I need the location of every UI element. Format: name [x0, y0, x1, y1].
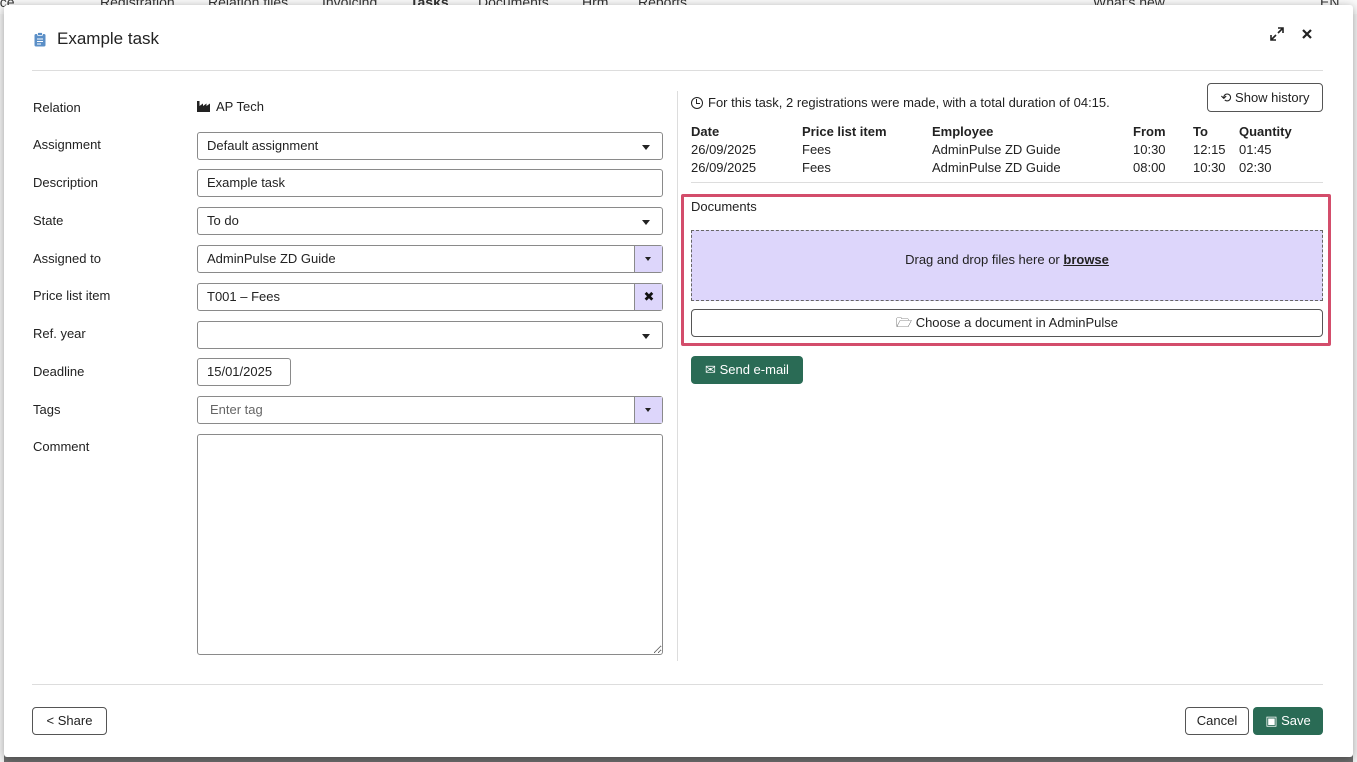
deadline-label: Deadline — [33, 364, 85, 379]
description-label: Description — [33, 175, 99, 190]
state-select[interactable]: To do — [197, 207, 663, 235]
chevron-down-icon — [645, 408, 651, 412]
chevron-down-icon — [642, 220, 650, 225]
table-row: 26/09/2025 Fees AdminPulse ZD Guide 08:0… — [691, 158, 1319, 176]
description-input[interactable]: Example task — [197, 169, 663, 197]
table-cell: 10:30 — [1193, 159, 1226, 175]
table-cell: 10:30 — [1133, 141, 1166, 157]
tags-label: Tags — [33, 402, 61, 417]
price-list-item-label: Price list item — [33, 288, 111, 303]
table-cell: 12:15 — [1193, 141, 1226, 157]
assigned-to-select[interactable]: AdminPulse ZD Guide — [197, 245, 663, 273]
chevron-down-icon — [645, 257, 651, 261]
assigned-to-dropdown-button[interactable] — [634, 246, 662, 272]
table-cell: 02:30 — [1239, 159, 1272, 175]
deadline-value: 15/01/2025 — [207, 364, 273, 379]
share-label: Share — [57, 713, 93, 728]
column-header: Employee — [932, 124, 994, 139]
relation-value: AP Tech — [197, 99, 264, 114]
column-header: Price list item — [802, 124, 887, 139]
send-email-button[interactable]: ✉ Send e-mail — [691, 356, 803, 384]
file-dropzone[interactable]: Drag and drop files here or browse — [691, 230, 1323, 301]
history-icon: ⟲ — [1220, 90, 1232, 105]
description-value: Example task — [207, 175, 286, 190]
summary-text: For this task, 2 registrations were made… — [708, 95, 1110, 110]
price-list-item-select[interactable]: T001 – Fees ✖ — [197, 283, 663, 311]
comment-textarea[interactable] — [197, 434, 663, 655]
share-icon: < — [46, 713, 55, 728]
registrations-table: Date Price list item Employee From To Qu… — [691, 123, 1319, 176]
task-modal: Example task Relation AP Tech Assignment… — [4, 5, 1353, 757]
tags-input[interactable]: Enter tag — [197, 396, 663, 424]
clock-icon — [691, 97, 703, 109]
table-cell: Fees — [802, 159, 831, 175]
send-email-label: Send e-mail — [719, 362, 789, 377]
chevron-down-icon — [642, 334, 650, 339]
browse-link[interactable]: browse — [1063, 252, 1109, 267]
tags-dropdown-button[interactable] — [634, 397, 662, 423]
state-label: State — [33, 213, 64, 228]
comment-label: Comment — [33, 439, 90, 454]
relation-text: AP Tech — [216, 99, 264, 114]
show-history-button[interactable]: ⟲ Show history — [1207, 83, 1323, 112]
ref-year-label: Ref. year — [33, 326, 86, 341]
relation-label: Relation — [33, 100, 81, 115]
choose-document-button[interactable]: 🗁 Choose a document in AdminPulse — [691, 309, 1323, 337]
deadline-input[interactable]: 15/01/2025 — [197, 358, 291, 386]
assigned-to-label: Assigned to — [33, 251, 101, 266]
price-list-item-value: T001 – Fees — [207, 289, 280, 304]
modal-title: Example task — [57, 29, 160, 48]
cancel-button[interactable]: Cancel — [1185, 707, 1249, 735]
cancel-label: Cancel — [1196, 713, 1238, 728]
folder-open-icon: 🗁 — [895, 315, 913, 330]
save-button[interactable]: ▣ Save — [1253, 707, 1323, 735]
table-cell: 26/09/2025 — [691, 159, 757, 175]
modal-header: Example task — [32, 5, 1323, 71]
assignment-select[interactable]: Default assignment — [197, 132, 663, 160]
choose-document-label: Choose a document in AdminPulse — [915, 315, 1119, 330]
table-cell: AdminPulse ZD Guide — [932, 159, 1061, 175]
assignment-value: Default assignment — [207, 138, 319, 153]
column-header: Quantity — [1239, 124, 1292, 139]
state-value: To do — [207, 213, 239, 228]
assignment-label: Assignment — [33, 137, 101, 152]
background-right — [1353, 14, 1357, 762]
column-header: To — [1193, 124, 1208, 139]
show-history-label: Show history — [1235, 90, 1310, 105]
table-cell: Fees — [802, 141, 831, 157]
column-header: From — [1133, 124, 1166, 139]
save-label: Save — [1281, 713, 1311, 728]
column-divider — [677, 91, 678, 661]
table-row: 26/09/2025 Fees AdminPulse ZD Guide 10:3… — [691, 140, 1319, 158]
floppy-disk-icon: ▣ — [1265, 713, 1278, 728]
assigned-to-value: AdminPulse ZD Guide — [207, 251, 336, 266]
chevron-down-icon — [642, 145, 650, 150]
table-cell: 01:45 — [1239, 141, 1272, 157]
table-divider — [691, 182, 1323, 183]
close-icon[interactable] — [1299, 27, 1315, 43]
clear-price-list-item-button[interactable]: ✖ — [634, 284, 662, 310]
table-cell: AdminPulse ZD Guide — [932, 141, 1061, 157]
registrations-summary: For this task, 2 registrations were made… — [691, 95, 1110, 110]
share-button[interactable]: < Share — [32, 707, 107, 735]
factory-icon — [197, 101, 210, 112]
ref-year-select[interactable] — [197, 321, 663, 349]
table-header-row: Date Price list item Employee From To Qu… — [691, 123, 1319, 140]
column-header: Date — [691, 124, 720, 139]
documents-label: Documents — [691, 199, 757, 214]
clipboard-icon — [34, 32, 46, 47]
table-cell: 26/09/2025 — [691, 141, 757, 157]
close-icon: ✖ — [643, 289, 655, 304]
expand-icon[interactable] — [1269, 27, 1285, 43]
envelope-icon: ✉ — [705, 362, 716, 377]
dropzone-text: Drag and drop files here or — [905, 252, 1064, 267]
tags-placeholder: Enter tag — [210, 402, 263, 417]
table-cell: 08:00 — [1133, 159, 1166, 175]
footer-divider — [32, 684, 1323, 685]
